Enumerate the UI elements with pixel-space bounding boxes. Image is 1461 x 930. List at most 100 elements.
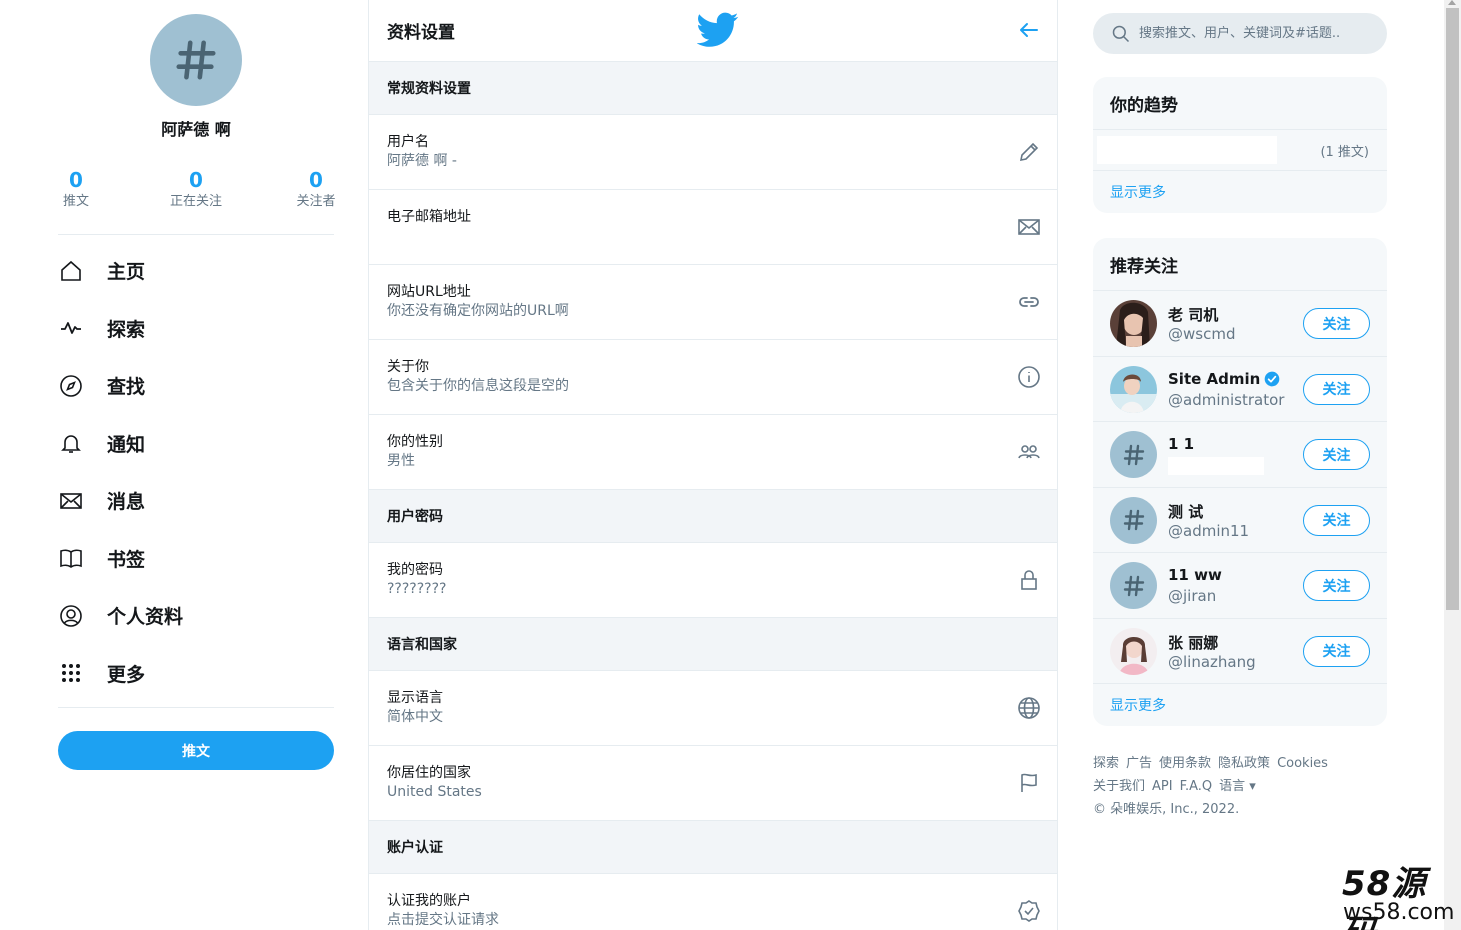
grid-dots-icon xyxy=(58,660,84,686)
suggestions-show-more-link[interactable]: 显示更多 xyxy=(1093,684,1387,726)
book-icon xyxy=(58,545,84,571)
user-circle-icon xyxy=(58,603,84,629)
suggestions-card: 推荐关注 老 司机 @wscmd 关注 Site Admin @administ… xyxy=(1093,238,1387,726)
user-handle: @linazhang xyxy=(1168,652,1256,671)
setting-about[interactable]: 关于你 包含关于你的信息这段是空的 xyxy=(369,340,1057,415)
verified-badge-icon xyxy=(1264,371,1280,386)
tweet-button[interactable]: 推文 xyxy=(58,731,334,770)
bell-icon xyxy=(58,430,84,456)
nav-item-find[interactable]: 查找 xyxy=(58,357,338,415)
footer-link[interactable]: 使用条款 xyxy=(1159,756,1211,771)
user-name: 1 1 xyxy=(1168,435,1195,453)
footer-link[interactable]: 关于我们 xyxy=(1093,779,1145,794)
nav-item-explore[interactable]: 探索 xyxy=(58,300,338,358)
nav-label: 通知 xyxy=(107,433,146,456)
nav-item-messages[interactable]: 消息 xyxy=(58,472,338,530)
language-dropdown[interactable]: 语言 ▾ xyxy=(1219,779,1256,794)
setting-title: 电子邮箱地址 xyxy=(387,209,471,225)
divider xyxy=(58,707,334,708)
globe-icon xyxy=(1017,696,1041,720)
copyright: © 朵唯娱乐, Inc., 2022. xyxy=(1093,802,1240,817)
nav-item-profile[interactable]: 个人资料 xyxy=(58,587,338,645)
footer-link[interactable]: 广告 xyxy=(1126,756,1152,771)
setting-value: 你还没有确定你网站的URL啊 xyxy=(387,303,569,319)
stat-tweets[interactable]: 0 推文 xyxy=(46,168,106,212)
search-input[interactable] xyxy=(1139,26,1369,41)
profile-name[interactable]: 阿萨德 啊 xyxy=(0,116,392,140)
user-avatar[interactable] xyxy=(1110,627,1157,675)
footer-link[interactable]: API xyxy=(1152,779,1173,794)
follow-button[interactable]: 关注 xyxy=(1303,504,1370,536)
setting-username[interactable]: 用户名 阿萨德 啊 - xyxy=(369,115,1057,190)
section-general: 常规资料设置 xyxy=(369,62,1057,115)
setting-value: 点击提交认证请求 xyxy=(387,912,499,928)
scroll-up-arrow-icon[interactable] xyxy=(1448,0,1456,5)
search-bar[interactable] xyxy=(1093,13,1387,54)
footer-link[interactable]: Cookies xyxy=(1277,756,1328,771)
setting-value xyxy=(387,227,1039,246)
nav-item-home[interactable]: 主页 xyxy=(58,242,338,300)
follow-button[interactable]: 关注 xyxy=(1303,373,1370,405)
main-nav: 主页 探索 查找 通知 消息 书签 个人资料 更多 xyxy=(58,242,338,702)
user-avatar[interactable] xyxy=(1110,431,1157,478)
footer: 探索 广告 使用条款 隐私政策 Cookies 关于我们 API F.A.Q 语言 ▾ © 朵… xyxy=(1093,752,1387,821)
setting-title: 认证我的账户 xyxy=(387,893,471,909)
nav-label: 消息 xyxy=(107,491,146,514)
setting-value: ???????? xyxy=(387,581,447,597)
user-avatar[interactable] xyxy=(1110,300,1157,347)
follow-button[interactable]: 关注 xyxy=(1303,635,1370,667)
user-avatar[interactable] xyxy=(1110,496,1157,544)
stat-followers[interactable]: 0 关注者 xyxy=(286,168,346,212)
suggested-user[interactable]: 11 ww @jiran 关注 xyxy=(1093,553,1387,619)
suggested-user[interactable]: 老 司机 @wscmd 关注 xyxy=(1093,291,1387,357)
activity-icon xyxy=(58,315,84,341)
footer-link[interactable]: 探索 xyxy=(1093,756,1119,771)
twitter-bird-logo-icon[interactable] xyxy=(697,12,739,48)
mail-icon xyxy=(58,488,84,514)
profile-avatar[interactable] xyxy=(150,14,242,106)
suggested-user[interactable]: 测 试 @admin11 关注 xyxy=(1093,488,1387,553)
setting-country[interactable]: 你居住的国家 United States xyxy=(369,746,1057,821)
trend-item[interactable]: (1 推文) xyxy=(1093,130,1387,171)
nav-label: 书签 xyxy=(107,548,146,571)
hashtag-icon xyxy=(1123,575,1144,596)
nav-item-bookmarks[interactable]: 书签 xyxy=(58,530,338,588)
suggested-user[interactable]: 张 丽娜 @linazhang 关注 xyxy=(1093,619,1387,684)
page-title: 资料设置 xyxy=(387,23,455,43)
section-password: 用户密码 xyxy=(369,490,1057,543)
setting-password[interactable]: 我的密码 ???????? xyxy=(369,543,1057,618)
trends-show-more-link[interactable]: 显示更多 xyxy=(1093,171,1387,213)
scrollbar[interactable] xyxy=(1444,0,1461,930)
setting-title: 你的性别 xyxy=(387,434,443,450)
user-avatar[interactable] xyxy=(1110,562,1157,609)
setting-verify[interactable]: 认证我的账户 点击提交认证请求 xyxy=(369,874,1057,930)
follow-button[interactable]: 关注 xyxy=(1303,570,1370,601)
stat-following-count: 0 xyxy=(189,168,203,192)
setting-title: 用户名 xyxy=(387,134,429,150)
suggested-user[interactable]: 1 1 关注 xyxy=(1093,422,1387,488)
setting-website[interactable]: 网站URL地址 你还没有确定你网站的URL啊 xyxy=(369,265,1057,340)
user-handle: @jiran xyxy=(1168,587,1217,605)
footer-row: 关于我们 API F.A.Q 语言 ▾ xyxy=(1093,775,1387,798)
footer-link[interactable]: 隐私政策 xyxy=(1218,756,1270,771)
info-icon xyxy=(1017,365,1041,389)
stat-following[interactable]: 0 正在关注 xyxy=(166,168,226,212)
back-arrow-icon[interactable] xyxy=(1017,18,1041,42)
setting-email[interactable]: 电子邮箱地址 xyxy=(369,190,1057,265)
setting-language[interactable]: 显示语言 简体中文 xyxy=(369,671,1057,746)
nav-label: 更多 xyxy=(107,663,146,686)
divider xyxy=(58,234,334,235)
scrollbar-thumb[interactable] xyxy=(1446,8,1459,610)
user-handle: @wscmd xyxy=(1168,325,1236,343)
setting-title: 我的密码 xyxy=(387,562,443,578)
suggested-user[interactable]: Site Admin @administrator 关注 xyxy=(1093,357,1387,422)
nav-item-notifications[interactable]: 通知 xyxy=(58,415,338,473)
setting-value: 男性 xyxy=(387,453,415,469)
profile-stats: 0 推文 0 正在关注 0 关注者 xyxy=(46,168,346,212)
user-avatar[interactable] xyxy=(1110,365,1157,413)
follow-button[interactable]: 关注 xyxy=(1303,308,1370,339)
follow-button[interactable]: 关注 xyxy=(1303,439,1370,470)
setting-gender[interactable]: 你的性别 男性 xyxy=(369,415,1057,490)
footer-link[interactable]: F.A.Q xyxy=(1180,779,1213,794)
nav-item-more[interactable]: 更多 xyxy=(58,645,338,703)
